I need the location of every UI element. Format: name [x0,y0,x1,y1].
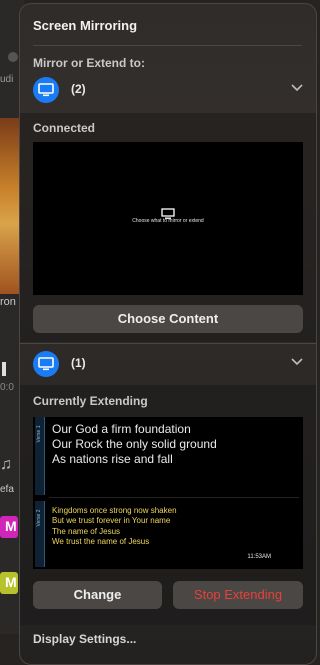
verse-tab-2: Verse 2 [35,501,45,567]
currently-extending-label: Currently Extending [33,394,148,408]
choose-content-button[interactable]: Choose Content [33,305,303,333]
background-playhead [2,362,6,376]
display-group-2-count: (1) [71,356,86,370]
display-group-1-row[interactable]: (2) [33,77,303,103]
verse-tab-1: Verse 1 [35,417,45,495]
lyric-line-small: Kingdoms once strong now shaken [52,506,177,515]
verse-tab-2-label: Verse 2 [36,509,42,527]
music-note-icon: ♫ [0,456,12,473]
chevron-down-icon[interactable] [291,358,303,366]
lyric-line-small: The name of Jesus [52,527,121,536]
lyric-line: As nations rise and fall [52,452,173,466]
background-tile-yellow[interactable]: M [0,572,18,594]
connected-section: Connected Choose what to mirror or exten… [20,113,316,342]
display-icon [33,351,59,377]
connected-preview: Choose what to mirror or extend [33,142,303,295]
title-divider [33,45,302,46]
extending-preview: Verse 1 Our God a firm foundation Our Ro… [33,417,303,569]
display-group-1-count: (2) [71,82,86,96]
display-settings-link[interactable]: Display Settings... [33,632,136,646]
stop-extending-button[interactable]: Stop Extending [173,581,303,609]
chevron-down-icon[interactable] [291,84,303,92]
mirror-or-extend-label: Mirror or Extend to: [33,56,146,70]
background-audio-label: udi [0,74,14,85]
display-group-2-row[interactable]: (1) [33,351,303,377]
preview-message: Choose what to mirror or extend [132,218,204,224]
background-label: ron [0,296,16,308]
extending-section: Currently Extending Verse 1 Our God a fi… [20,385,316,625]
lyric-line: Our God a firm foundation [52,422,191,436]
background-time: 0:0 [0,382,14,393]
display-icon [33,77,59,103]
background-music-label: efa [0,484,14,495]
lyric-line-small: We trust the name of Jesus [52,537,150,546]
verse-tab-1-label: Verse 1 [36,425,42,443]
connected-label: Connected [33,121,96,135]
window-control-dot[interactable] [8,52,18,62]
preview-separator [49,497,299,498]
background-thumbnail [0,118,20,294]
change-button[interactable]: Change [33,581,162,609]
preview-clock: 11:53AM [247,554,271,560]
section-divider [20,343,316,344]
lyric-line: Our Rock the only solid ground [52,437,217,451]
panel-title: Screen Mirroring [33,18,138,33]
lyric-line-small: But we trust forever in Your name [52,516,171,525]
background-tile-magenta[interactable]: M [0,516,18,538]
screen-mirroring-panel: Screen Mirroring Mirror or Extend to: (2… [19,3,317,665]
